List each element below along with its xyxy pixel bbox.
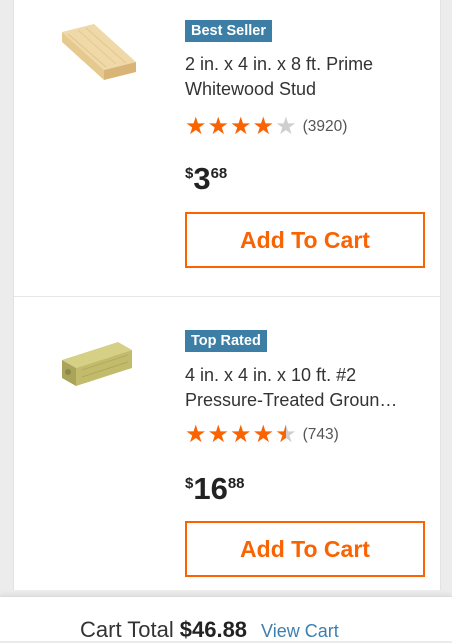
price-cents: 88 xyxy=(227,475,245,492)
product-price: $ 3 68 xyxy=(185,162,227,196)
top-rated-badge: Top Rated xyxy=(185,330,267,352)
star-full-icon: ★ xyxy=(207,113,230,140)
cart-total-value: $46.88 xyxy=(179,617,248,642)
star-full-icon: ★ xyxy=(252,113,275,140)
star-full-icon: ★ xyxy=(185,421,207,448)
star-empty-icon: ★ xyxy=(275,113,297,140)
product-title[interactable]: 4 in. x 4 in. x 10 ft. #2 Pressure-Treat… xyxy=(185,363,425,413)
product-title-line-2[interactable]: Whitewood Stud xyxy=(185,77,425,102)
view-cart-link[interactable]: View Cart xyxy=(261,621,339,642)
price-cents: 68 xyxy=(210,165,228,182)
price-currency: $ xyxy=(185,165,194,182)
best-seller-badge: Best Seller xyxy=(185,20,272,42)
product-title-line-1[interactable]: 4 in. x 4 in. x 10 ft. #2 xyxy=(185,363,425,388)
lumber-stud-icon[interactable] xyxy=(54,18,144,88)
price-dollars: 16 xyxy=(193,471,228,506)
product-price: $ 16 88 xyxy=(185,472,245,506)
star-rating: ★ ★ ★ ★ ★ xyxy=(185,115,298,139)
product-card[interactable]: Top Rated 4 in. x 4 in. x 10 ft. #2 Pres… xyxy=(14,297,440,590)
star-rating: ★ ★ ★ ★ ★ xyxy=(185,423,298,447)
product-title[interactable]: 2 in. x 4 in. x 8 ft. Prime Whitewood St… xyxy=(185,52,425,102)
product-title-line-1[interactable]: 2 in. x 4 in. x 8 ft. Prime xyxy=(185,52,425,77)
star-full-icon: ★ xyxy=(230,113,252,140)
cart-summary: Cart Total $46.88 View Cart xyxy=(80,617,339,643)
star-half-icon: ★ xyxy=(275,421,297,448)
price-dollars: 3 xyxy=(193,161,211,196)
add-to-cart-button[interactable]: Add To Cart xyxy=(185,521,425,577)
product-card[interactable]: Best Seller 2 in. x 4 in. x 8 ft. Prime … xyxy=(14,0,440,297)
product-rating[interactable]: ★ ★ ★ ★ ★ (3920) xyxy=(185,115,347,139)
star-full-icon: ★ xyxy=(207,421,230,448)
review-count[interactable]: (3920) xyxy=(303,118,348,136)
product-rating[interactable]: ★ ★ ★ ★ ★ (743) xyxy=(185,423,339,447)
treated-post-icon[interactable] xyxy=(54,330,144,400)
product-title-line-2[interactable]: Pressure-Treated Groun… xyxy=(185,388,425,413)
product-list: Best Seller 2 in. x 4 in. x 8 ft. Prime … xyxy=(13,0,441,590)
review-count[interactable]: (743) xyxy=(303,426,339,444)
cart-total-label: Cart Total xyxy=(80,617,174,642)
cart-footer: Cart Total $46.88 View Cart xyxy=(0,596,452,643)
price-currency: $ xyxy=(185,475,194,492)
star-full-icon: ★ xyxy=(230,421,252,448)
star-full-icon: ★ xyxy=(252,421,275,448)
add-to-cart-button[interactable]: Add To Cart xyxy=(185,212,425,268)
star-full-icon: ★ xyxy=(185,113,207,140)
